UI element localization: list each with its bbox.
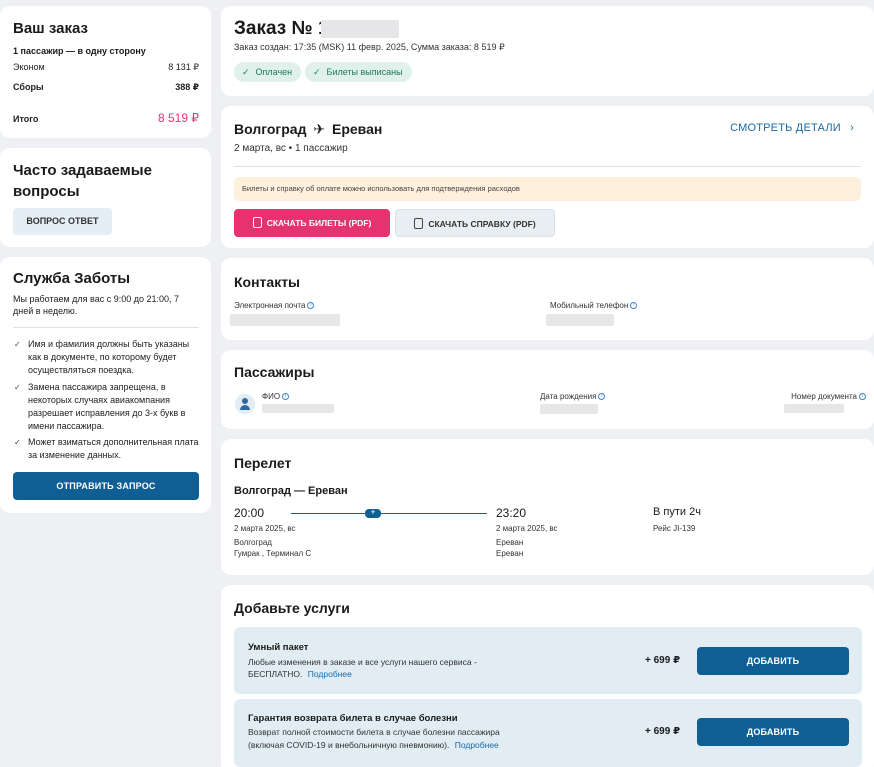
summary-total-value: 8 519 ₽	[158, 111, 199, 125]
flight-card: Перелет Волгоград — Ереван 20:00 ✈ 2 мар…	[221, 439, 874, 575]
departure-airport: Гумрак , Терминал C	[234, 549, 312, 558]
check-icon: ✓	[14, 383, 21, 392]
download-receipt-button[interactable]: СКАЧАТЬ СПРАВКУ (PDF)	[395, 209, 555, 237]
email-masked-value	[230, 314, 340, 326]
passengers-card: Пассажиры ФИО i Дата рождения i Номер доку…	[221, 350, 874, 429]
service-item-smart-package: Умный пакет Любые изменения в заказе и в…	[234, 627, 862, 694]
support-hours: Мы работаем для вас с 9:00 до 21:00, 7 д…	[13, 294, 180, 316]
avatar	[235, 394, 255, 414]
status-badge-tickets-issued: ✓ Билеты выписаны	[305, 62, 412, 82]
notice-banner: Билеты и справку об оплате можно использ…	[234, 177, 861, 201]
user-icon	[242, 398, 248, 404]
service-title: Гарантия возврата билета в случае болезн…	[248, 713, 458, 724]
passenger-name-masked	[262, 404, 334, 413]
contacts-card: Контакты Электронная почта i Мобильный те…	[221, 258, 874, 340]
flight-duration: В пути 2ч	[653, 506, 701, 518]
info-icon[interactable]: i	[630, 302, 638, 309]
add-service-button[interactable]: ДОБАВИТЬ	[697, 718, 849, 746]
pdf-file-icon	[414, 218, 424, 229]
services-card: Добавьте услуги Умный пакет Любые измене…	[221, 585, 874, 767]
summary-trip: 1 пассажир — в одну сторону	[13, 46, 146, 56]
service-price: + 699 ₽	[645, 726, 681, 737]
order-header-card: Заказ № 1 Заказ создан: 17:35 (MSK) 11 ф…	[221, 6, 874, 96]
passenger-dob-masked	[540, 404, 598, 414]
info-icon[interactable]: i	[598, 393, 606, 400]
arrival-date: 2 марта 2025, вс	[496, 524, 558, 533]
support-divider	[13, 327, 199, 328]
flight-number: Рейс JI-139	[653, 524, 696, 533]
route-card: Волгоград ✈ Ереван СМОТРЕТЬ ДЕТАЛИ › 2 м…	[221, 106, 874, 248]
route-details-link[interactable]: СМОТРЕТЬ ДЕТАЛИ ›	[730, 122, 854, 134]
service-desc: Возврат полной стоимости билета в случае…	[248, 727, 500, 737]
flight-title: Перелет	[234, 455, 292, 471]
add-service-button[interactable]: ДОБАВИТЬ	[697, 647, 849, 675]
passenger-doc-label: Номер документа i	[791, 392, 866, 401]
service-item-illness-refund: Гарантия возврата билета в случае болезн…	[234, 699, 862, 767]
support-note: ✓ Замена пассажира запрещена, в некоторых…	[14, 382, 186, 431]
faq-card: Часто задаваемые вопросы ВОПРОС ОТВЕТ	[0, 148, 211, 247]
flight-timeline	[291, 513, 487, 514]
departure-time: 20:00	[234, 506, 265, 520]
email-label: Электронная почта i	[234, 301, 315, 310]
passenger-dob-label: Дата рождения i	[540, 392, 606, 401]
service-desc: Любые изменения в заказе и все услуги на…	[248, 657, 477, 667]
summary-row-fees-label: Сборы	[13, 82, 44, 92]
summary-row-economy-value: 8 131 ₽	[168, 62, 199, 72]
plane-icon: ✈	[313, 121, 326, 137]
route-divider	[234, 166, 861, 167]
route-subtitle: 2 марта, вс • 1 пассажир	[234, 143, 348, 154]
faq-button[interactable]: ВОПРОС ОТВЕТ	[13, 208, 112, 235]
status-badge-paid: ✓ Оплачен	[234, 62, 302, 82]
summary-row-fees-value: 388 ₽	[175, 82, 199, 92]
order-title: Заказ № 1	[234, 18, 329, 39]
support-note: ✓ Имя и фамилия должны быть указаны как в…	[14, 339, 190, 375]
phone-label: Мобильный телефон i	[550, 301, 638, 310]
pdf-file-icon	[252, 217, 262, 228]
check-icon: ✓	[14, 438, 21, 447]
order-summary-card: Ваш заказ 1 пассажир — в одну сторону Эк…	[0, 6, 211, 138]
departure-date: 2 марта 2025, вс	[234, 524, 296, 533]
passenger-name-label: ФИО i	[262, 392, 290, 401]
support-note: ✓ Может взиматься дополнительная плата за…	[14, 437, 199, 460]
flight-route: Волгоград — Ереван	[234, 485, 348, 497]
passengers-title: Пассажиры	[234, 364, 315, 380]
check-icon: ✓	[242, 67, 250, 77]
send-request-button[interactable]: ОТПРАВИТЬ ЗАПРОС	[13, 472, 199, 500]
passenger-doc-masked	[784, 404, 844, 413]
info-icon[interactable]: i	[859, 393, 866, 400]
info-icon[interactable]: i	[307, 302, 315, 309]
support-card: Служба Заботы Мы работаем для вас с 9:00…	[0, 257, 211, 513]
check-icon: ✓	[313, 67, 321, 77]
services-title: Добавьте услуги	[234, 600, 350, 616]
arrival-airport: Ереван	[496, 549, 524, 558]
departure-city: Волгоград	[234, 538, 272, 547]
check-icon: ✓	[14, 340, 21, 349]
download-tickets-button[interactable]: СКАЧАТЬ БИЛЕТЫ (PDF)	[234, 209, 390, 237]
order-meta: Заказ создан: 17:35 (MSK) 11 февр. 2025,…	[234, 42, 505, 52]
summary-title: Ваш заказ	[13, 20, 88, 37]
info-icon[interactable]: i	[282, 393, 290, 400]
arrival-time: 23:20	[496, 506, 527, 520]
service-desc-2: БЕСПЛАТНО. Подробнее	[248, 669, 352, 679]
plane-icon: ✈	[365, 509, 381, 518]
service-more-link[interactable]: Подробнее	[455, 740, 499, 750]
summary-row-economy-label: Эконом	[13, 62, 45, 72]
service-desc-2: (включая COVID-19 и внебольничную пневмо…	[248, 740, 499, 750]
phone-masked-value	[546, 314, 614, 326]
support-title: Служба Заботы	[13, 270, 131, 287]
summary-total-label: Итого	[13, 114, 39, 124]
order-number-masked	[321, 20, 399, 38]
contacts-title: Контакты	[234, 274, 301, 290]
service-title: Умный пакет	[248, 642, 309, 653]
chevron-right-icon: ›	[850, 122, 854, 134]
arrival-city: Ереван	[496, 538, 524, 547]
service-more-link[interactable]: Подробнее	[308, 669, 352, 679]
service-price: + 699 ₽	[645, 655, 681, 666]
faq-title: Часто задаваемые вопросы	[13, 162, 152, 200]
route-title: Волгоград ✈ Ереван	[234, 121, 383, 137]
